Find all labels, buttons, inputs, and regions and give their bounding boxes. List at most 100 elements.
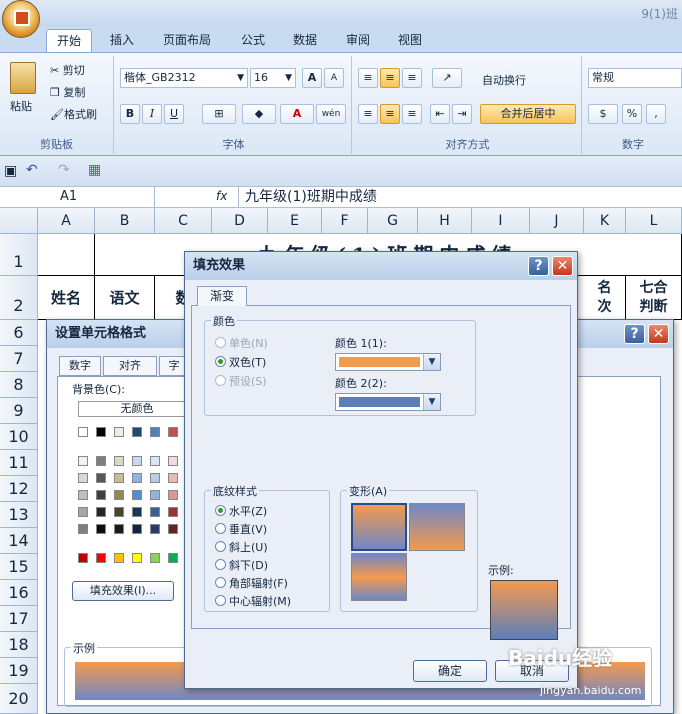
palette-swatch[interactable] (78, 553, 88, 563)
currency-button[interactable]: $ (588, 104, 618, 124)
row-header[interactable]: 11 (0, 450, 38, 476)
format-painter-button[interactable]: 🖌格式刷 (50, 106, 97, 122)
no-color-button[interactable]: 无颜色 (78, 401, 196, 417)
tab-formulas[interactable]: 公式 (231, 29, 275, 52)
bold-button[interactable]: B (120, 104, 140, 124)
palette-swatch[interactable] (78, 456, 88, 466)
select-all-corner[interactable] (0, 208, 38, 234)
number-format-select[interactable]: 常规 (588, 68, 682, 88)
fill-color-button[interactable]: ◆ (242, 104, 276, 124)
palette-swatch[interactable] (168, 490, 178, 500)
header-cell-judge[interactable]: 七合判断 (626, 276, 682, 320)
palette-swatch[interactable] (150, 456, 160, 466)
palette-swatch[interactable] (150, 473, 160, 483)
column-header-f[interactable]: F (322, 208, 368, 234)
palette-swatch[interactable] (96, 456, 106, 466)
tab-data[interactable]: 数据 (283, 29, 327, 52)
palette-swatch[interactable] (96, 473, 106, 483)
palette-swatch[interactable] (168, 553, 178, 563)
palette-swatch[interactable] (168, 473, 178, 483)
palette-swatch[interactable] (114, 456, 124, 466)
copy-button[interactable]: ❐ 复制 (50, 84, 85, 100)
palette-swatch[interactable] (132, 507, 142, 517)
palette-swatch[interactable] (150, 507, 160, 517)
row-header[interactable]: 17 (0, 606, 38, 632)
tab-page-layout[interactable]: 页面布局 (153, 29, 221, 52)
palette-swatch[interactable] (132, 473, 142, 483)
row-header[interactable]: 1 (0, 234, 38, 276)
row-header[interactable]: 6 (0, 320, 38, 346)
palette-swatch[interactable] (114, 490, 124, 500)
align-top-button[interactable]: ≡ (358, 68, 378, 88)
palette-swatch[interactable] (78, 490, 88, 500)
column-header-h[interactable]: H (418, 208, 472, 234)
palette-swatch[interactable] (78, 473, 88, 483)
tab-number[interactable]: 数字 (59, 356, 101, 376)
palette-swatch[interactable] (78, 524, 88, 534)
comma-button[interactable]: , (646, 104, 666, 124)
palette-swatch[interactable] (132, 427, 142, 437)
font-color-button[interactable]: A (280, 104, 314, 124)
variant-1-swatch[interactable] (351, 503, 407, 551)
column-header-i[interactable]: I (472, 208, 530, 234)
palette-swatch[interactable] (114, 473, 124, 483)
one-color-radio[interactable]: 单色(N) (215, 335, 268, 351)
row-header[interactable]: 10 (0, 424, 38, 450)
palette-swatch[interactable] (96, 490, 106, 500)
column-header-g[interactable]: G (368, 208, 418, 234)
spreadsheet-icon[interactable]: ▦ (88, 162, 101, 178)
decrease-indent-button[interactable]: ⇤ (430, 104, 450, 124)
row-header[interactable]: 14 (0, 528, 38, 554)
column-header-j[interactable]: J (530, 208, 584, 234)
header-cell-rank[interactable]: 名次 (584, 276, 626, 320)
variant-3-swatch[interactable] (351, 553, 407, 601)
palette-swatch[interactable] (150, 524, 160, 534)
palette-swatch[interactable] (132, 456, 142, 466)
borders-button[interactable]: ⊞ (202, 104, 236, 124)
palette-swatch[interactable] (114, 507, 124, 517)
column-header-l[interactable]: L (626, 208, 682, 234)
save-icon[interactable]: ▣ (4, 163, 17, 179)
shading-horizontal-radio[interactable]: 水平(Z) (215, 503, 267, 519)
ok-button[interactable]: 确定 (413, 660, 487, 682)
row-header[interactable]: 16 (0, 580, 38, 606)
row-header[interactable]: 7 (0, 346, 38, 372)
office-button[interactable] (2, 0, 40, 38)
palette-swatch[interactable] (96, 553, 106, 563)
row-header[interactable]: 19 (0, 658, 38, 684)
help-button[interactable]: ? (624, 324, 645, 344)
palette-swatch[interactable] (168, 427, 178, 437)
palette-swatch[interactable] (168, 456, 178, 466)
palette-swatch[interactable] (168, 507, 178, 517)
fill-effects-button[interactable]: 填充效果(I)... (72, 581, 174, 601)
font-name-select[interactable]: 楷体_GB2312 ▼ (120, 68, 248, 88)
palette-swatch[interactable] (96, 427, 106, 437)
column-header-k[interactable]: K (584, 208, 626, 234)
row-header[interactable]: 9 (0, 398, 38, 424)
palette-swatch[interactable] (96, 507, 106, 517)
header-cell-name[interactable]: 姓名 (38, 276, 95, 320)
palette-swatch[interactable] (114, 524, 124, 534)
palette-swatch[interactable] (78, 507, 88, 517)
palette-swatch[interactable] (114, 427, 124, 437)
palette-swatch[interactable] (132, 553, 142, 563)
row-header[interactable]: 18 (0, 632, 38, 658)
row-header[interactable]: 20 (0, 684, 38, 714)
close-button[interactable]: ✕ (552, 256, 573, 276)
row-header[interactable]: 8 (0, 372, 38, 398)
column-header-b[interactable]: B (95, 208, 155, 234)
row-header[interactable]: 12 (0, 476, 38, 502)
shading-vertical-radio[interactable]: 垂直(V) (215, 521, 267, 537)
palette-swatch[interactable] (78, 427, 88, 437)
shading-diagonal-down-radio[interactable]: 斜下(D) (215, 557, 268, 573)
shading-from-center-radio[interactable]: 中心辐射(M) (215, 593, 291, 609)
preset-radio[interactable]: 预设(S) (215, 373, 267, 389)
header-cell-chinese[interactable]: 语文 (95, 276, 155, 320)
tab-alignment[interactable]: 对齐 (103, 356, 157, 376)
align-middle-button[interactable]: ≡ (380, 68, 400, 88)
palette-swatch[interactable] (96, 524, 106, 534)
align-left-button[interactable]: ≡ (358, 104, 378, 124)
undo-icon[interactable]: ↶ (26, 162, 38, 178)
align-center-button[interactable]: ≡ (380, 104, 400, 124)
color1-select[interactable]: ▼ (335, 353, 441, 371)
